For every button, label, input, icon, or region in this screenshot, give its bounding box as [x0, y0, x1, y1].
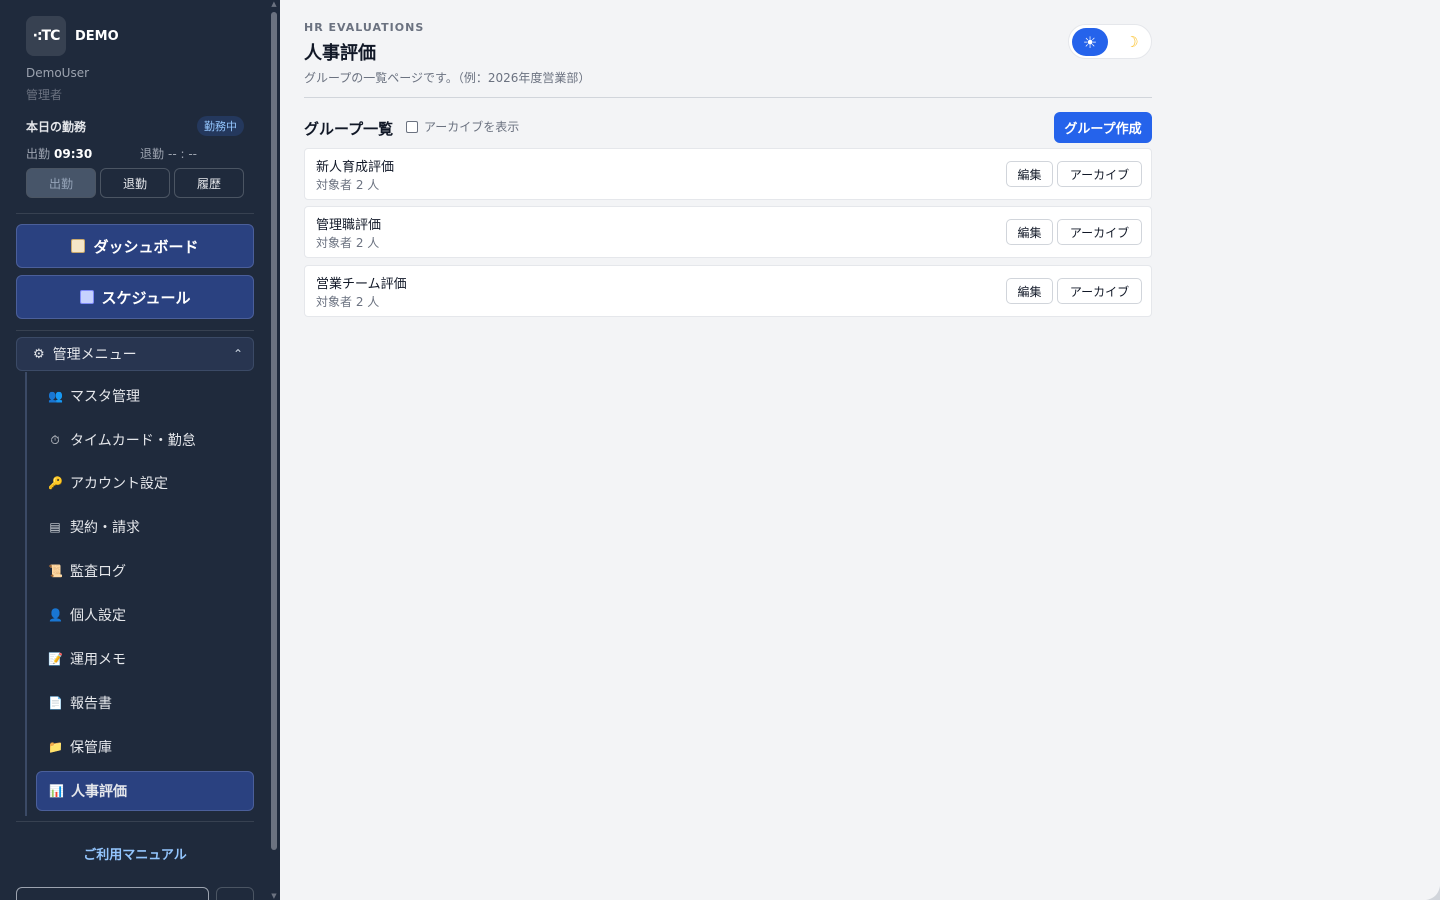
sidebar-item[interactable]: 📝 運用メモ: [36, 639, 254, 679]
sidebar-item-label: 人事評価: [71, 784, 127, 800]
divider: [16, 821, 254, 822]
group-list-title: グループ一覧: [304, 120, 394, 138]
show-archived-checkbox[interactable]: [406, 120, 418, 133]
sidebar-item-label: 報告書: [70, 696, 112, 712]
divider: [16, 213, 254, 214]
calendar-icon: [79, 290, 94, 304]
admin-menu-label: 管理メニュー: [52, 347, 137, 363]
attendance-times: 出勤 09:30 退勤 -- : --: [26, 145, 197, 162]
sidebar-item-label: タイムカード・勤怠: [70, 433, 196, 449]
scroll-icon: 📜: [48, 564, 63, 578]
brand-name: DEMO: [75, 28, 119, 44]
group-member-count: 対象者 2 人: [316, 178, 380, 192]
sidebar-item-label: 運用メモ: [70, 652, 126, 668]
archive-button[interactable]: アーカイブ: [1057, 161, 1142, 187]
page-description: グループの一覧ページです。（例：2026年度営業部）: [304, 71, 591, 85]
sidebar-item-label: 個人設定: [70, 608, 126, 624]
sidebar-item[interactable]: 👥 マスタ管理: [36, 376, 254, 416]
clock-in-time: 09:30: [54, 147, 93, 161]
nav-dashboard-label: ダッシュボード: [93, 237, 199, 256]
manual-link[interactable]: ご利用マニュアル: [0, 844, 270, 863]
sun-icon[interactable]: ☀: [1072, 28, 1108, 56]
archive-button[interactable]: アーカイブ: [1057, 278, 1142, 304]
sidebar-item[interactable]: 📁 保管庫: [36, 727, 254, 767]
sidebar: ▲ ▼ ·:TC DEMO DemoUser 管理者 本日の勤務 勤務中 出勤 0…: [0, 0, 280, 900]
sidebar-item[interactable]: 📊 人事評価: [36, 771, 254, 811]
clock-out-time: -- : --: [168, 147, 198, 161]
nav-schedule-label: スケジュール: [101, 288, 191, 307]
person-icon: 👤: [48, 608, 63, 622]
group-name: 管理職評価: [316, 218, 382, 233]
sidebar-item-label: 監査ログ: [70, 564, 126, 580]
clock-out-label: 退勤: [140, 147, 165, 161]
chevron-up-icon: ⌃: [232, 347, 243, 361]
bar-chart-icon: 📊: [49, 784, 64, 798]
sidebar-scrollbar[interactable]: ▲ ▼: [270, 0, 278, 900]
attendance-panel: 本日の勤務 勤務中: [26, 116, 244, 136]
nav-dashboard-button[interactable]: ダッシュボード: [16, 224, 254, 268]
history-button[interactable]: 履歴: [174, 168, 244, 198]
sidebar-item[interactable]: 👤 個人設定: [36, 595, 254, 635]
status-badge: 勤務中: [197, 116, 244, 136]
stopwatch-icon: ⏱: [50, 432, 60, 447]
show-archived-label: アーカイブを表示: [424, 120, 520, 134]
receipt-icon: ▤: [49, 520, 61, 534]
key-icon: 🔑: [48, 476, 63, 490]
divider: [16, 330, 254, 331]
group-row[interactable]: 管理職評価対象者 2 人 編集 アーカイブ: [304, 206, 1152, 258]
window-corner: [1426, 886, 1440, 900]
create-group-button[interactable]: グループ作成: [1054, 112, 1152, 143]
sidebar-item[interactable]: ▤ 契約・請求: [36, 507, 254, 547]
clipboard-icon: [71, 239, 86, 253]
user-name: DemoUser: [26, 66, 90, 80]
memo-icon: 📝: [48, 652, 63, 666]
folder-icon: 📁: [48, 740, 63, 754]
group-member-count: 対象者 2 人: [316, 236, 380, 250]
brand[interactable]: ·:TC DEMO: [26, 16, 119, 56]
admin-menu-toggle[interactable]: ⚙ 管理メニュー ⌃: [16, 337, 254, 371]
clock-in-button[interactable]: 出勤: [26, 168, 96, 198]
users-icon: 👥: [48, 389, 63, 403]
sidebar-item[interactable]: 🔑 アカウント設定: [36, 463, 254, 503]
edit-button[interactable]: 編集: [1006, 219, 1053, 245]
group-name: 営業チーム評価: [316, 277, 407, 292]
sidebar-bottom-control[interactable]: [16, 887, 209, 900]
group-member-count: 対象者 2 人: [316, 295, 380, 309]
edit-button[interactable]: 編集: [1006, 278, 1053, 304]
moon-icon[interactable]: ☽: [1115, 28, 1149, 56]
sidebar-bottom-button[interactable]: [216, 887, 254, 900]
group-row[interactable]: 新人育成評価 対象者 2 人 編集 アーカイブ: [304, 148, 1152, 200]
menu-tree-line: [25, 372, 27, 816]
clock-in-label: 出勤: [26, 147, 51, 161]
header-divider: [304, 97, 1152, 98]
sidebar-item-label: マスタ管理: [70, 389, 140, 405]
nav-schedule-button[interactable]: スケジュール: [16, 275, 254, 319]
scroll-down-icon[interactable]: ▼: [270, 892, 278, 900]
scrollbar-thumb[interactable]: [271, 12, 277, 850]
page-eyebrow: HR EVALUATIONS: [304, 21, 425, 34]
sidebar-item[interactable]: 📄 報告書: [36, 683, 254, 723]
sidebar-item[interactable]: 📜 監査ログ: [36, 551, 254, 591]
group-row[interactable]: 営業チーム評価 対象者 2 人 編集 アーカイブ: [304, 265, 1152, 317]
sidebar-item[interactable]: ⏱ タイムカード・勤怠: [36, 420, 254, 460]
theme-toggle[interactable]: ☀ ☽: [1068, 24, 1152, 59]
sidebar-item-label: 保管庫: [70, 740, 112, 756]
sidebar-item-label: アカウント設定: [70, 476, 168, 492]
page-title: 人事評価: [304, 43, 376, 64]
archive-button[interactable]: アーカイブ: [1057, 219, 1142, 245]
logo: ·:TC: [26, 16, 66, 56]
attendance-buttons: 出勤 退勤 履歴: [26, 168, 244, 198]
edit-button[interactable]: 編集: [1006, 161, 1053, 187]
show-archived-toggle[interactable]: アーカイブを表示: [406, 118, 519, 135]
sidebar-item-label: 契約・請求: [70, 520, 140, 536]
gear-icon: ⚙: [33, 346, 45, 362]
group-name: 新人育成評価: [316, 160, 395, 175]
clock-out-button[interactable]: 退勤: [100, 168, 170, 198]
document-icon: 📄: [48, 696, 63, 710]
scroll-up-icon[interactable]: ▲: [270, 0, 278, 8]
user-role: 管理者: [26, 88, 63, 102]
